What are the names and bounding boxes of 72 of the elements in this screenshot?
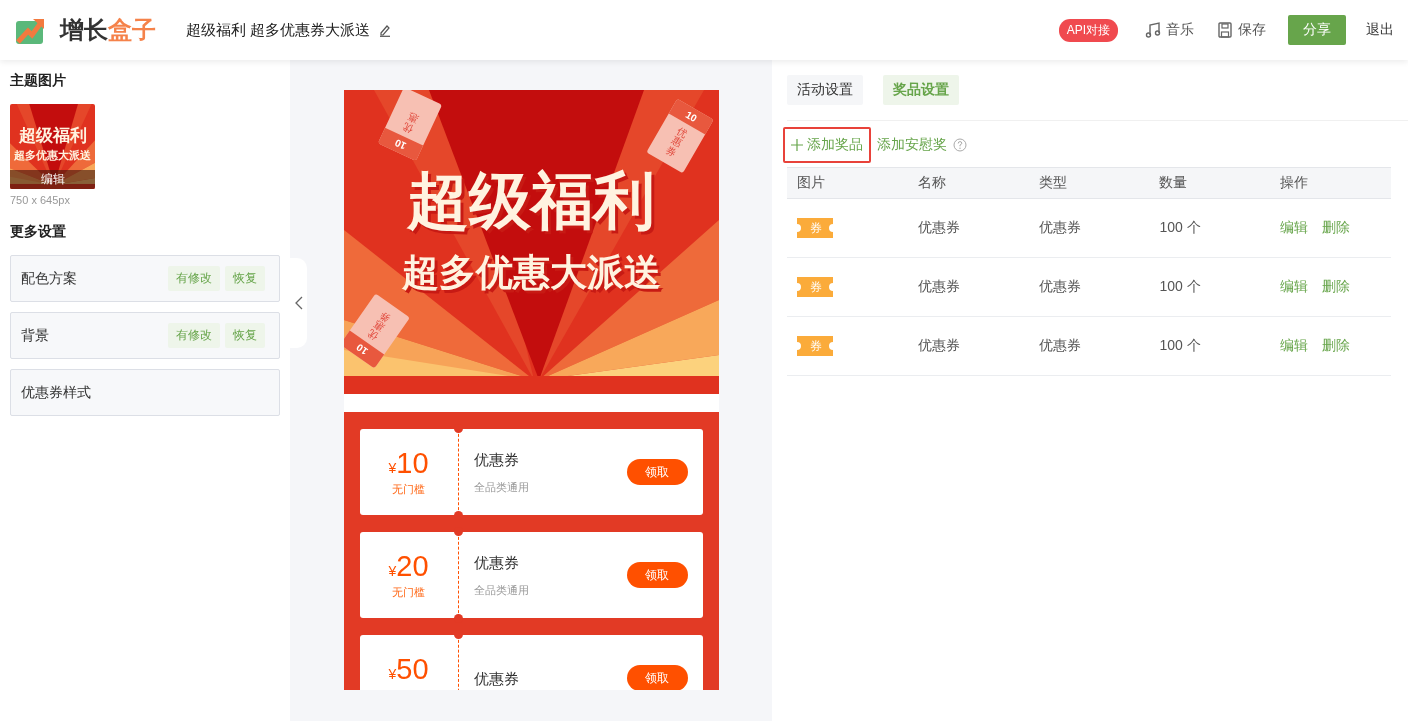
coupon-condition: 无门槛 <box>392 585 425 600</box>
image-size-note: 750 x 645px <box>10 194 71 206</box>
plus-icon <box>791 139 803 151</box>
setting-card[interactable]: 优惠券样式 <box>10 369 280 416</box>
coupon-amount: ¥20 <box>388 550 429 583</box>
row-action-link[interactable]: 编辑 <box>1280 337 1309 355</box>
thumbnail-subtitle: 超多优惠大派送 <box>13 149 92 163</box>
help-icon[interactable] <box>953 138 967 152</box>
setting-card[interactable]: 背景 有修改 恢复 <box>10 312 280 359</box>
column-header: 数量 <box>1149 167 1271 199</box>
setting-tag[interactable]: 恢复 <box>225 323 265 348</box>
api-badge[interactable]: API对接 <box>1058 18 1118 42</box>
edit-image-button[interactable]: 编辑 <box>10 170 95 189</box>
claim-button[interactable]: 领取 <box>626 459 688 485</box>
column-header: 名称 <box>907 167 1029 199</box>
coupon-condition: 无门槛 <box>392 482 425 497</box>
coupon-scope: 全品类通用 <box>473 583 530 598</box>
coupon-name: 优惠券 <box>473 669 520 689</box>
save-button[interactable]: 保存 <box>1216 21 1266 39</box>
coupon-ticket-icon: 券 <box>797 277 833 297</box>
settings-tab[interactable]: 活动设置 <box>787 75 863 105</box>
settings-tab[interactable]: 奖品设置 <box>883 75 959 105</box>
coupon-amount: ¥10 <box>388 447 429 480</box>
coupon-name: 优惠券 <box>473 451 520 470</box>
row-action-link[interactable]: 编辑 <box>1280 219 1309 237</box>
table-cell: 优惠券 <box>1028 198 1150 258</box>
coupon-scope: 全品类通用 <box>473 480 530 495</box>
save-icon <box>1216 21 1234 39</box>
music-note-icon <box>1144 21 1162 39</box>
coupon-ticket-icon: 券 <box>797 336 833 356</box>
exit-button[interactable]: 退出 <box>1366 21 1394 39</box>
thumbnail-title: 超级福利 <box>17 125 88 147</box>
theme-image-thumbnail[interactable]: 超级福利 超多优惠大派送 编辑 <box>10 104 95 189</box>
claim-button[interactable]: 领取 <box>626 665 688 690</box>
table-cell: 优惠券 <box>907 316 1029 376</box>
collapse-handle[interactable] <box>290 258 307 348</box>
setting-label: 配色方案 <box>21 269 78 288</box>
edit-icon[interactable] <box>378 23 393 37</box>
row-action-link[interactable]: 删除 <box>1322 278 1351 296</box>
table-cell: 优惠券 <box>1028 316 1150 376</box>
chevron-left-icon <box>294 296 303 310</box>
coupon-amount: ¥50 <box>388 653 429 686</box>
column-header: 类型 <box>1028 167 1150 199</box>
section-heading: 主题图片 <box>10 72 67 90</box>
setting-label: 背景 <box>21 326 50 345</box>
add-consolation-link[interactable]: 添加安慰奖 <box>877 136 947 154</box>
coupon-ticket-icon: 券 <box>797 218 833 238</box>
table-cell: 100 个 <box>1149 257 1271 317</box>
table-cell: 优惠券 <box>1028 257 1150 317</box>
setting-label: 优惠券样式 <box>21 383 92 402</box>
row-action-link[interactable]: 删除 <box>1322 219 1351 237</box>
add-prize-button[interactable]: 添加奖品 <box>783 127 871 163</box>
coupon-name: 优惠券 <box>473 554 520 573</box>
brand-name: 增长盒子 <box>60 15 156 45</box>
setting-card[interactable]: 配色方案 有修改 恢复 <box>10 255 280 302</box>
table-cell: 100 个 <box>1149 316 1271 376</box>
row-action-link[interactable]: 删除 <box>1322 337 1351 355</box>
row-action-link[interactable]: 编辑 <box>1280 278 1309 296</box>
setting-tag[interactable]: 有修改 <box>168 266 220 291</box>
share-button[interactable]: 分享 <box>1288 15 1346 45</box>
setting-tag[interactable]: 有修改 <box>168 323 220 348</box>
activity-title: 超级福利 超多优惠券大派送 <box>186 20 371 40</box>
table-cell: 100 个 <box>1149 198 1271 258</box>
column-header: 图片 <box>787 167 908 199</box>
column-header: 操作 <box>1270 167 1391 199</box>
music-button[interactable]: 音乐 <box>1144 21 1194 39</box>
claim-button[interactable]: 领取 <box>626 562 688 588</box>
setting-tag[interactable]: 恢复 <box>225 266 265 291</box>
table-cell: 优惠券 <box>907 198 1029 258</box>
table-cell: 优惠券 <box>907 257 1029 317</box>
banner-subtitle: 超多优惠大派送 <box>400 254 662 291</box>
section-heading: 更多设置 <box>10 223 67 241</box>
